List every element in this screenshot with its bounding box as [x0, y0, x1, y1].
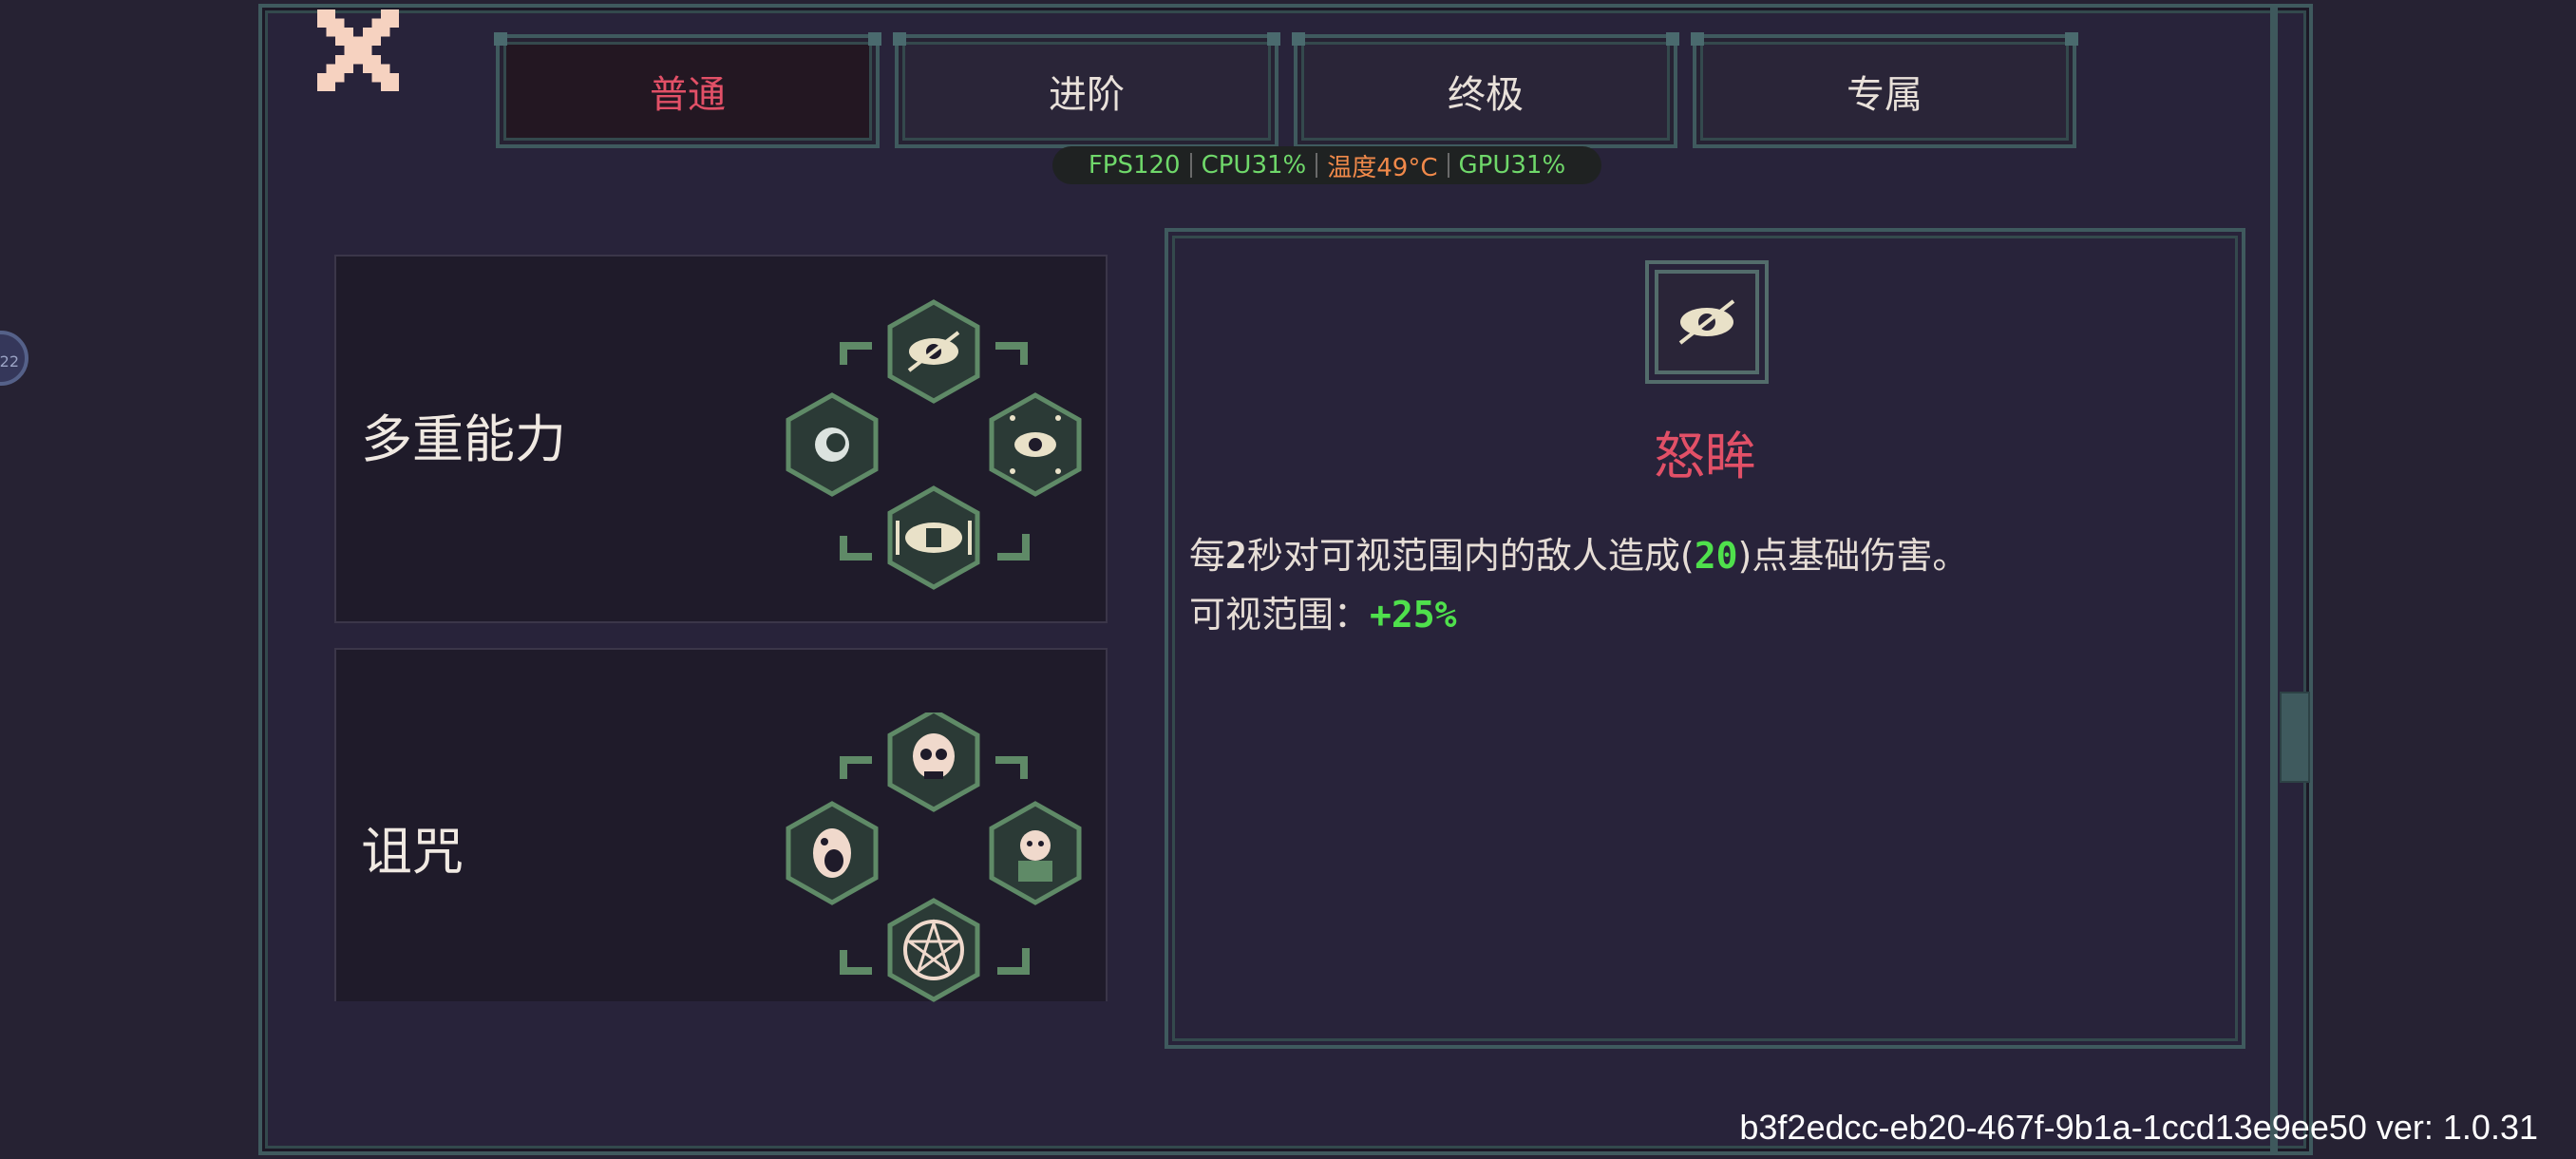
fps-readout: FPS120	[1088, 151, 1181, 180]
eye-slash-icon[interactable]	[890, 302, 977, 401]
ability-description: 每2秒对可视范围内的敌人造成(20)点基础伤害。	[1189, 526, 1968, 579]
tab-ultimate[interactable]: 终极	[1292, 32, 1679, 148]
tab-exclusive[interactable]: 专属	[1691, 32, 2078, 148]
ability-card-curse[interactable]: 诅咒	[334, 648, 1108, 1001]
stat-value: +25%	[1370, 594, 1457, 636]
ghost-icon[interactable]	[992, 804, 1079, 902]
ability-cycle-diagram	[777, 298, 1090, 604]
desc-text: 每	[1189, 535, 1226, 577]
selected-ability-icon	[1645, 260, 1769, 384]
version-footer: b3f2edcc-eb20-467f-9b1a-1ccd13e9ee50 ver…	[1739, 1108, 2538, 1147]
screaming-face-icon[interactable]	[788, 804, 876, 902]
arrow-icon	[997, 948, 1030, 975]
skull-icon[interactable]	[890, 712, 977, 809]
card-title: 诅咒	[361, 822, 464, 882]
ability-card-multi[interactable]: 多重能力	[334, 255, 1108, 623]
damage-value: 20	[1694, 535, 1738, 577]
ability-name: 怒眸	[1654, 427, 1756, 486]
ability-stat-line: 可视范围：+25%	[1189, 585, 1457, 637]
eye-slash-icon	[1678, 299, 1735, 345]
desc-text: 秒对可视范围内的敌人造成(	[1246, 535, 1695, 577]
eye-ring-icon[interactable]	[788, 395, 876, 494]
desc-text: )点基础伤害。	[1737, 535, 1969, 577]
arrow-icon	[840, 756, 872, 779]
performance-overlay: FPS120 CPU31% 温度49°C GPU31%	[1052, 146, 1601, 184]
sparkle-eye-icon[interactable]	[992, 395, 1079, 494]
temperature-readout: 温度49°C	[1327, 153, 1438, 182]
gpu-readout: GPU31%	[1458, 151, 1566, 180]
ability-cycle-diagram	[777, 712, 1090, 1003]
close-icon[interactable]	[317, 10, 399, 91]
ability-detail-panel: 怒眸 每2秒对可视范围内的敌人造成(20)点基础伤害。 可视范围：+25%	[1165, 228, 2245, 1049]
scrollbar-thumb[interactable]	[2280, 692, 2310, 783]
tab-normal[interactable]: 普通	[494, 32, 881, 148]
arrow-icon	[840, 950, 872, 975]
tab-advanced[interactable]: 进阶	[893, 32, 1280, 148]
arrow-icon	[995, 342, 1028, 365]
arrow-icon	[997, 534, 1030, 560]
arrow-icon	[840, 536, 872, 560]
barred-eye-icon[interactable]	[890, 488, 977, 587]
card-title: 多重能力	[361, 409, 566, 469]
cpu-readout: CPU31%	[1201, 151, 1307, 180]
interval-value: 2	[1225, 535, 1247, 577]
arrow-icon	[840, 342, 872, 365]
arrow-icon	[995, 756, 1028, 779]
panel-divider	[2270, 8, 2278, 1151]
pentagram-icon[interactable]	[890, 901, 977, 999]
stat-label: 可视范围：	[1189, 594, 1371, 636]
